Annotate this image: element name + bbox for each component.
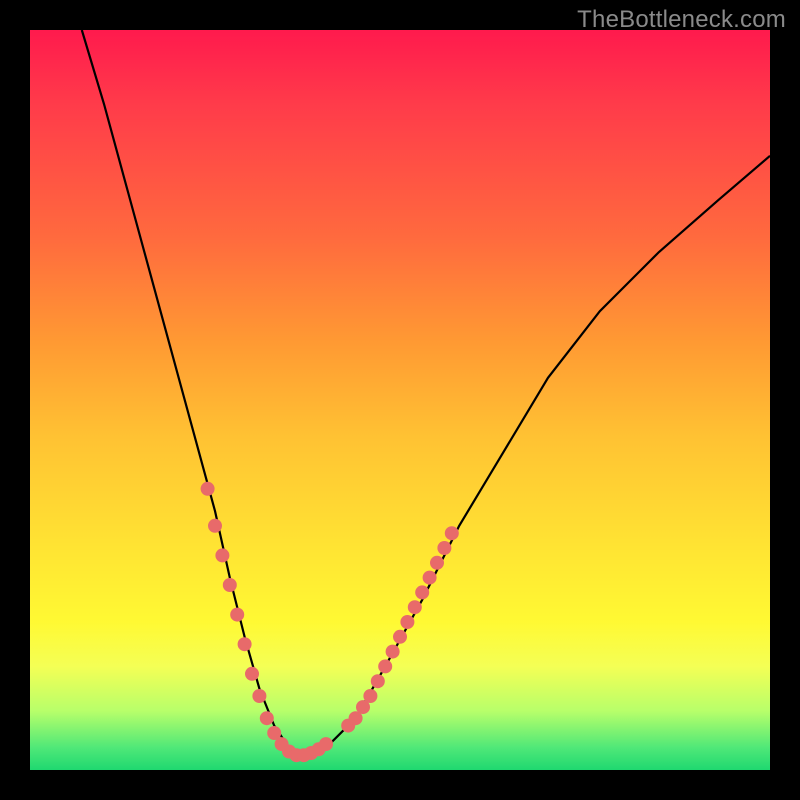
marker-dot <box>260 711 274 725</box>
marker-dot <box>252 689 266 703</box>
marker-dot <box>245 667 259 681</box>
marker-dot <box>445 526 459 540</box>
marker-dot <box>230 608 244 622</box>
marker-dot <box>423 571 437 585</box>
marker-dot <box>215 548 229 562</box>
marker-dot <box>238 637 252 651</box>
marker-dot <box>400 615 414 629</box>
marker-dot <box>393 630 407 644</box>
marker-dot <box>386 645 400 659</box>
plot-area <box>30 30 770 770</box>
watermark-text: TheBottleneck.com <box>577 6 786 34</box>
marker-dot <box>201 482 215 496</box>
marker-dot <box>363 689 377 703</box>
marker-dot <box>223 578 237 592</box>
highlight-dots <box>201 482 459 762</box>
marker-dot <box>319 737 333 751</box>
marker-dot <box>371 674 385 688</box>
chart-svg <box>30 30 770 770</box>
marker-dot <box>408 600 422 614</box>
marker-dot <box>208 519 222 533</box>
marker-dot <box>415 585 429 599</box>
marker-dot <box>430 556 444 570</box>
marker-dot <box>437 541 451 555</box>
marker-dot <box>378 659 392 673</box>
outer-frame: TheBottleneck.com <box>0 0 800 800</box>
bottleneck-curve <box>82 30 770 755</box>
